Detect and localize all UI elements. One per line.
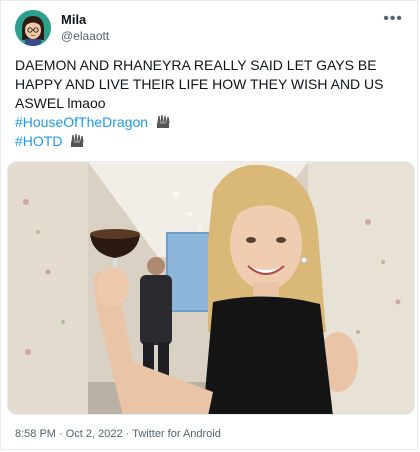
user-handle[interactable]: @elaaott [61,28,109,44]
iron-throne-icon [71,133,84,147]
tweet-photo[interactable] [7,161,415,415]
avatar-cartoon-girl-icon [15,10,51,46]
hashtag-houseofthedragon[interactable]: #HouseOfTheDragon [15,114,148,130]
iron-throne-icon [156,114,170,128]
user-names: Mila @elaaott [61,12,109,44]
hashtag-hotd[interactable]: #HOTD [15,133,62,149]
display-name[interactable]: Mila [61,12,109,28]
avatar[interactable] [15,10,51,46]
photo-woman-with-cocktail [8,162,414,414]
footer-separator: · [122,428,133,440]
tweet-body: DAEMON AND RHANEYRA REALLY SAID LET GAYS… [15,57,384,111]
tweet-time[interactable]: 8:58 PM [15,428,56,440]
tweet-card: Mila @elaaott ••• DAEMON AND RHANEYRA RE… [0,0,418,450]
more-options-icon[interactable]: ••• [383,10,403,28]
tweet-source[interactable]: Twitter for Android [132,428,221,440]
hashtag-line-1: #HouseOfTheDragon [15,113,410,132]
tweet-text: DAEMON AND RHANEYRA REALLY SAID LET GAYS… [15,56,410,151]
footer-separator: · [55,428,66,440]
tweet-date[interactable]: Oct 2, 2022 [66,428,123,440]
tweet-header: Mila @elaaott [15,10,109,46]
hashtag-line-2: #HOTD [15,132,410,151]
tweet-footer: 8:58 PM · Oct 2, 2022 · Twitter for Andr… [15,428,221,440]
